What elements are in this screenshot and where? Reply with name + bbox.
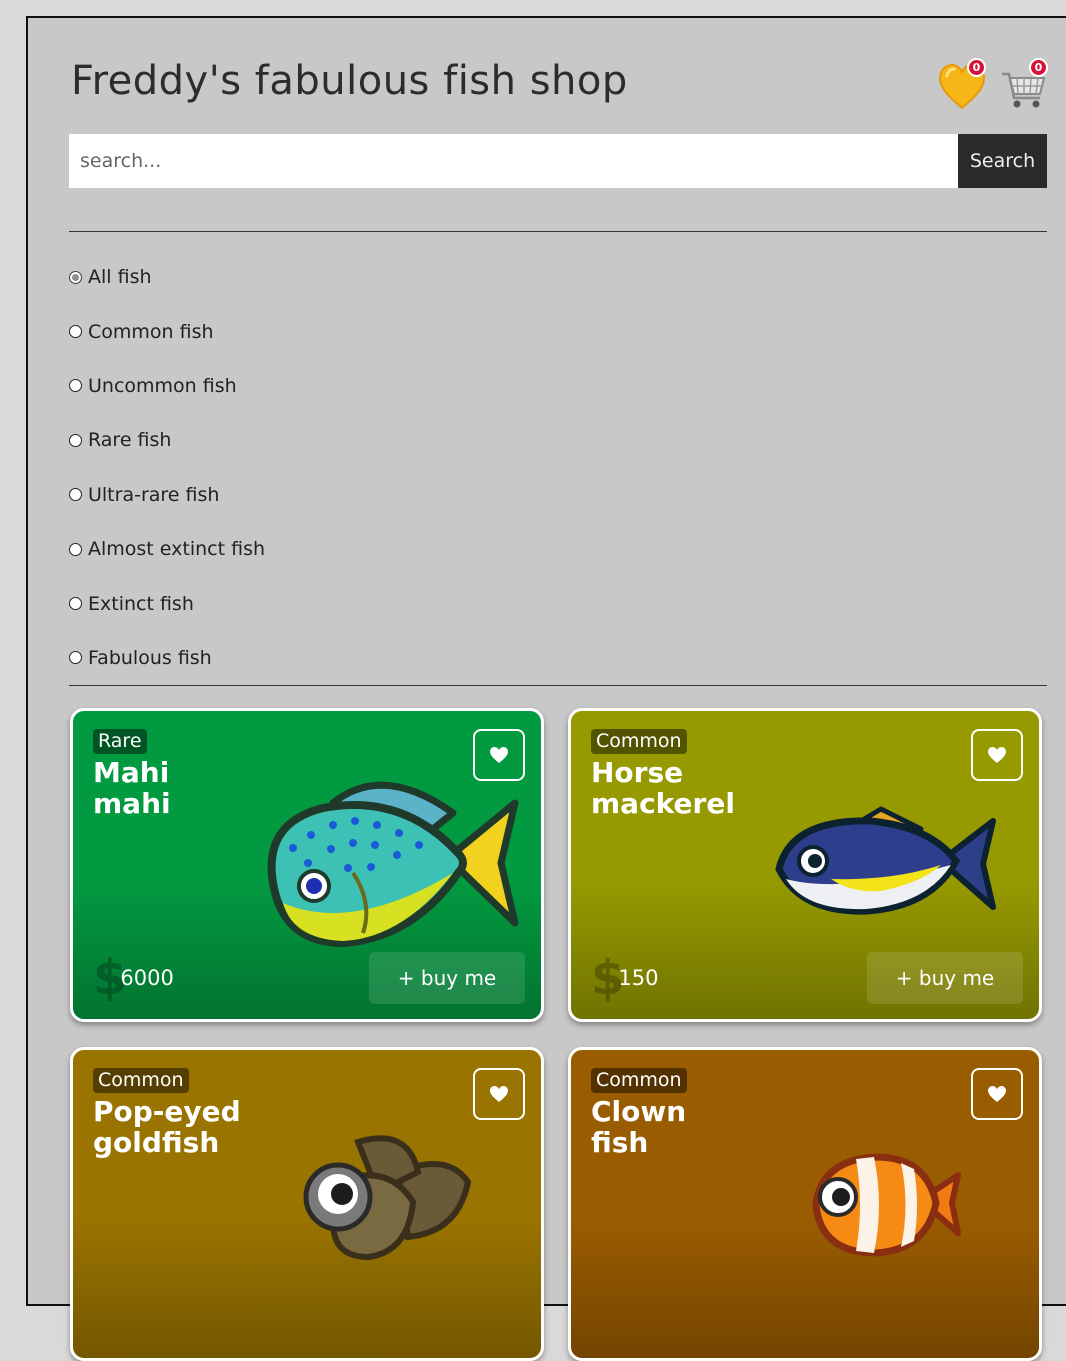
heart-icon xyxy=(988,747,1006,763)
product-card-clown-fish: Common Clown fish xyxy=(568,1047,1042,1361)
heart-icon xyxy=(490,1086,508,1102)
price-value: 150 xyxy=(618,966,659,990)
heart-icon xyxy=(988,1086,1006,1102)
heart-icon xyxy=(490,747,508,763)
filter-uncommon-fish[interactable]: Uncommon fish xyxy=(69,359,265,413)
favorite-button[interactable] xyxy=(971,1068,1023,1120)
product-card-mahi-mahi: Rare Mahi mahi $ 6000 + buy me xyxy=(70,708,544,1022)
page-title: Freddy's fabulous fish shop xyxy=(71,58,628,104)
product-name: Horse mackerel xyxy=(591,756,735,820)
radio-button[interactable] xyxy=(69,325,82,339)
search-input[interactable] xyxy=(69,134,958,188)
radio-button[interactable] xyxy=(69,651,82,665)
product-card-horse-mackerel: Common Horse mackerel $ 150 + buy me xyxy=(568,708,1042,1022)
search-button[interactable]: Search xyxy=(958,134,1047,188)
product-name: Pop-eyed goldfish xyxy=(93,1095,241,1159)
buy-button[interactable]: + buy me xyxy=(867,952,1023,1004)
product-card-pop-eyed-goldfish: Common Pop-eyed goldfish xyxy=(70,1047,544,1361)
radio-button[interactable] xyxy=(69,597,82,611)
filter-fabulous-fish[interactable]: Fabulous fish xyxy=(69,631,265,685)
filter-label: Ultra-rare fish xyxy=(88,483,220,506)
radio-button[interactable] xyxy=(69,379,82,393)
divider xyxy=(69,231,1047,232)
filter-label: Almost extinct fish xyxy=(88,538,266,561)
radio-button[interactable] xyxy=(69,433,82,447)
filter-label: Common fish xyxy=(88,320,214,343)
shop-frame: Freddy's fabulous fish shop 0 0 search..… xyxy=(26,16,1066,1361)
filter-all-fish[interactable]: All fish xyxy=(69,250,265,304)
rarity-badge: Common xyxy=(591,1068,687,1093)
filter-label: All fish xyxy=(88,266,152,289)
filter-extinct-fish[interactable]: Extinct fish xyxy=(69,576,265,630)
horse-mackerel-illustration xyxy=(775,806,996,915)
filter-label: Fabulous fish xyxy=(88,646,212,669)
rarity-badge: Common xyxy=(591,729,687,754)
favorites-button[interactable]: 0 xyxy=(938,58,988,112)
favorite-button[interactable] xyxy=(473,1068,525,1120)
radio-button[interactable] xyxy=(69,542,82,556)
rarity-badge: Common xyxy=(93,1068,189,1093)
filter-label: Rare fish xyxy=(88,429,172,452)
clown-fish-illustration xyxy=(812,1153,961,1257)
rarity-filter-group: All fish Common fish Uncommon fish Rare … xyxy=(69,250,265,685)
pop-eyed-goldfish-illustration xyxy=(303,1135,472,1261)
divider xyxy=(69,685,1047,686)
filter-label: Extinct fish xyxy=(88,592,194,615)
product-name: Mahi mahi xyxy=(93,756,171,820)
filter-common-fish[interactable]: Common fish xyxy=(69,304,265,358)
price: $ 6000 xyxy=(93,953,174,1003)
filter-ultra-rare-fish[interactable]: Ultra-rare fish xyxy=(69,468,265,522)
product-name: Clown fish xyxy=(591,1095,687,1159)
buy-button[interactable]: + buy me xyxy=(369,952,525,1004)
mahi-mahi-illustration xyxy=(267,781,519,948)
search-bar: Search xyxy=(69,134,1047,188)
filter-rare-fish[interactable]: Rare fish xyxy=(69,413,265,467)
filter-label: Uncommon fish xyxy=(88,374,237,397)
radio-button[interactable] xyxy=(69,270,82,284)
filter-almost-extinct-fish[interactable]: Almost extinct fish xyxy=(69,522,265,576)
cart-count-badge: 0 xyxy=(1029,58,1048,77)
price: $ 150 xyxy=(591,953,659,1003)
cart-button[interactable]: 0 xyxy=(1000,58,1050,112)
rarity-badge: Rare xyxy=(93,729,147,754)
favorites-count-badge: 0 xyxy=(967,58,986,77)
radio-button[interactable] xyxy=(69,488,82,502)
favorite-button[interactable] xyxy=(971,729,1023,781)
price-value: 6000 xyxy=(120,966,174,990)
header-actions: 0 0 xyxy=(938,58,1058,118)
